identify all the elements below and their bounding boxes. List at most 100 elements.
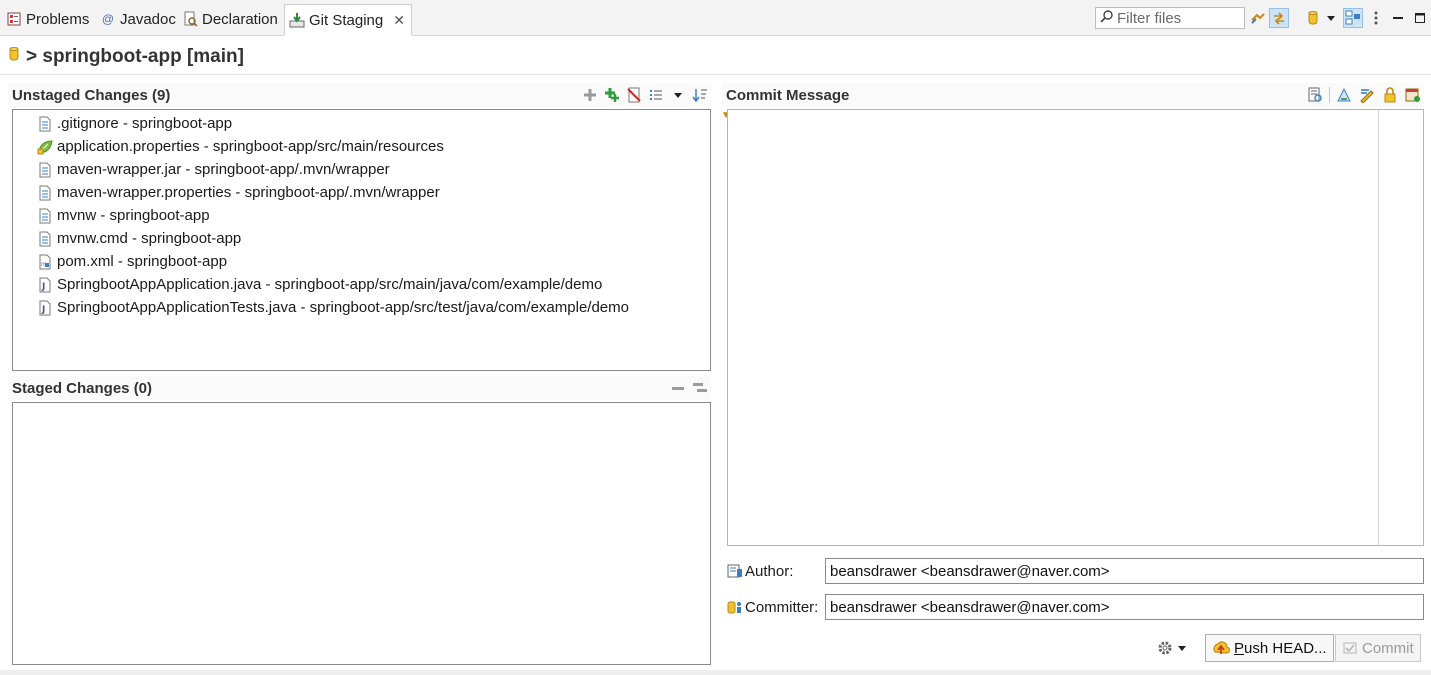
- commit-icon: [1342, 640, 1358, 656]
- file-label: mvnw.cmd - springboot-app: [57, 230, 242, 247]
- change-id-icon[interactable]: [1404, 86, 1422, 104]
- gpg-sign-icon[interactable]: [1381, 86, 1399, 104]
- javadoc-icon: @: [101, 12, 115, 26]
- unstaged-file-row[interactable]: maven-wrapper.properties - springboot-ap…: [13, 181, 710, 204]
- unstaged-file-row[interactable]: mvnw.cmd - springboot-app: [13, 227, 710, 250]
- unstaged-changes-title: Unstaged Changes (9): [12, 86, 171, 104]
- close-icon[interactable]: ✕: [393, 12, 405, 29]
- add-all-to-index-icon[interactable]: [603, 86, 621, 104]
- author-row: Author:: [727, 558, 825, 584]
- file-label: application.properties - springboot-app/…: [57, 138, 444, 155]
- sign-off-icon[interactable]: [1358, 86, 1376, 104]
- gear-icon: [1157, 640, 1173, 656]
- unstaged-file-row[interactable]: J SpringbootAppApplication.java - springb…: [13, 273, 710, 296]
- tab-declaration[interactable]: Declaration: [178, 4, 278, 34]
- unstaged-file-row[interactable]: J SpringbootAppApplicationTests.java - sp…: [13, 296, 710, 319]
- staged-changes-header: Staged Changes (0): [8, 376, 711, 400]
- commit-options-dropdown[interactable]: [1157, 637, 1195, 659]
- tab-javadoc[interactable]: @ Javadoc: [96, 4, 176, 34]
- commit-button[interactable]: Commit: [1335, 634, 1421, 662]
- commit-message-toolbar: [1306, 83, 1422, 107]
- java-file-icon: J: [37, 300, 53, 316]
- remove-from-index-icon[interactable]: [669, 379, 687, 397]
- file-label: SpringbootAppApplicationTests.java - spr…: [57, 299, 629, 316]
- presentation-mode-icon[interactable]: [1343, 8, 1363, 28]
- file-label: SpringbootAppApplication.java - springbo…: [57, 276, 603, 293]
- author-input[interactable]: [825, 558, 1424, 584]
- commit-message-title: Commit Message: [726, 86, 850, 104]
- committer-input[interactable]: [825, 594, 1424, 620]
- unstaged-file-row[interactable]: m pom.xml - springboot-app: [13, 250, 710, 273]
- tab-label: Problems: [26, 10, 90, 28]
- toolbar-separator: [1329, 87, 1330, 103]
- text-file-icon: [37, 162, 53, 178]
- push-head-button[interactable]: Push HEAD...: [1205, 634, 1334, 662]
- git-staging-icon: [289, 12, 305, 28]
- problems-icon: [6, 11, 22, 27]
- author-label-text: Author:: [745, 562, 794, 580]
- committer-icon: [727, 599, 743, 615]
- filter-files-input[interactable]: [1114, 9, 1239, 27]
- svg-text:J: J: [41, 305, 45, 315]
- link-with-selection-icon[interactable]: [1248, 8, 1268, 28]
- push-mnemonic: P: [1234, 639, 1245, 657]
- unstaged-file-row[interactable]: mvnw - springboot-app: [13, 204, 710, 227]
- staged-toolbar: [669, 376, 709, 400]
- committer-row: Committer:: [727, 594, 825, 620]
- file-label: maven-wrapper.properties - springboot-ap…: [57, 184, 440, 201]
- push-label: ush HEAD...: [1244, 639, 1327, 657]
- spring-properties-icon: [37, 139, 53, 155]
- author-label: Author:: [727, 563, 825, 580]
- tab-label: Git Staging: [309, 11, 384, 29]
- text-file-icon: [37, 208, 53, 224]
- text-file-icon: [37, 116, 53, 132]
- refresh-sync-icon[interactable]: [1269, 8, 1289, 28]
- file-label: mvnw - springboot-app: [57, 207, 210, 224]
- commit-label: Commit: [1362, 639, 1414, 657]
- divider: [0, 74, 1431, 75]
- ignore-file-icon[interactable]: [625, 86, 643, 104]
- staged-changes-list[interactable]: [12, 402, 711, 665]
- tab-label: Javadoc: [120, 10, 176, 28]
- search-icon: [1100, 9, 1114, 27]
- java-file-icon: J: [37, 277, 53, 293]
- remove-all-from-index-icon[interactable]: [691, 379, 709, 397]
- file-label: pom.xml - springboot-app: [57, 253, 228, 270]
- amend-icon[interactable]: [1335, 86, 1353, 104]
- margin-ruler: [1378, 110, 1379, 545]
- unstaged-changes-header: Unstaged Changes (9): [8, 83, 711, 107]
- minimize-icon[interactable]: [1388, 8, 1408, 28]
- commit-message-input[interactable]: [728, 110, 1378, 545]
- unstaged-file-row[interactable]: application.properties - springboot-app/…: [13, 135, 710, 158]
- unstaged-changes-list[interactable]: .gitignore - springboot-app application.p…: [12, 109, 711, 371]
- committer-label-text: Committer:: [745, 598, 819, 616]
- tab-git-staging[interactable]: Git Staging ✕: [284, 4, 412, 36]
- chevron-down-icon[interactable]: [669, 86, 687, 104]
- chevron-down-icon[interactable]: [1321, 8, 1341, 28]
- previous-messages-icon[interactable]: [1306, 86, 1324, 104]
- view-tab-bar: Problems @ Javadoc Declaration Git Stagi…: [0, 0, 1431, 36]
- text-file-icon: [37, 231, 53, 247]
- status-strip: [0, 670, 1431, 675]
- commit-message-header: Commit Message: [722, 83, 1424, 107]
- add-to-index-icon[interactable]: [581, 86, 599, 104]
- filter-files-field[interactable]: [1095, 7, 1245, 29]
- presentation-list-icon[interactable]: [647, 86, 665, 104]
- repository-title-text: > springboot-app [main]: [26, 46, 244, 67]
- repository-icon[interactable]: [1303, 8, 1323, 28]
- tab-problems[interactable]: Problems: [2, 4, 89, 34]
- unstaged-file-row[interactable]: .gitignore - springboot-app: [13, 112, 710, 135]
- unstaged-file-list: .gitignore - springboot-app application.p…: [13, 110, 710, 319]
- file-label: maven-wrapper.jar - springboot-app/.mvn/…: [57, 161, 390, 178]
- view-menu-icon[interactable]: [1366, 8, 1386, 28]
- unstaged-file-row[interactable]: maven-wrapper.jar - springboot-app/.mvn/…: [13, 158, 710, 181]
- maximize-icon[interactable]: [1410, 8, 1430, 28]
- repository-title: > springboot-app [main]: [8, 44, 244, 70]
- text-file-icon: [37, 185, 53, 201]
- xml-file-icon: m: [37, 254, 53, 270]
- commit-message-editor[interactable]: [727, 109, 1424, 546]
- chevron-down-icon: [1177, 643, 1187, 653]
- tab-label: Declaration: [202, 10, 278, 28]
- sort-icon[interactable]: [691, 86, 709, 104]
- committer-label: Committer:: [727, 599, 825, 616]
